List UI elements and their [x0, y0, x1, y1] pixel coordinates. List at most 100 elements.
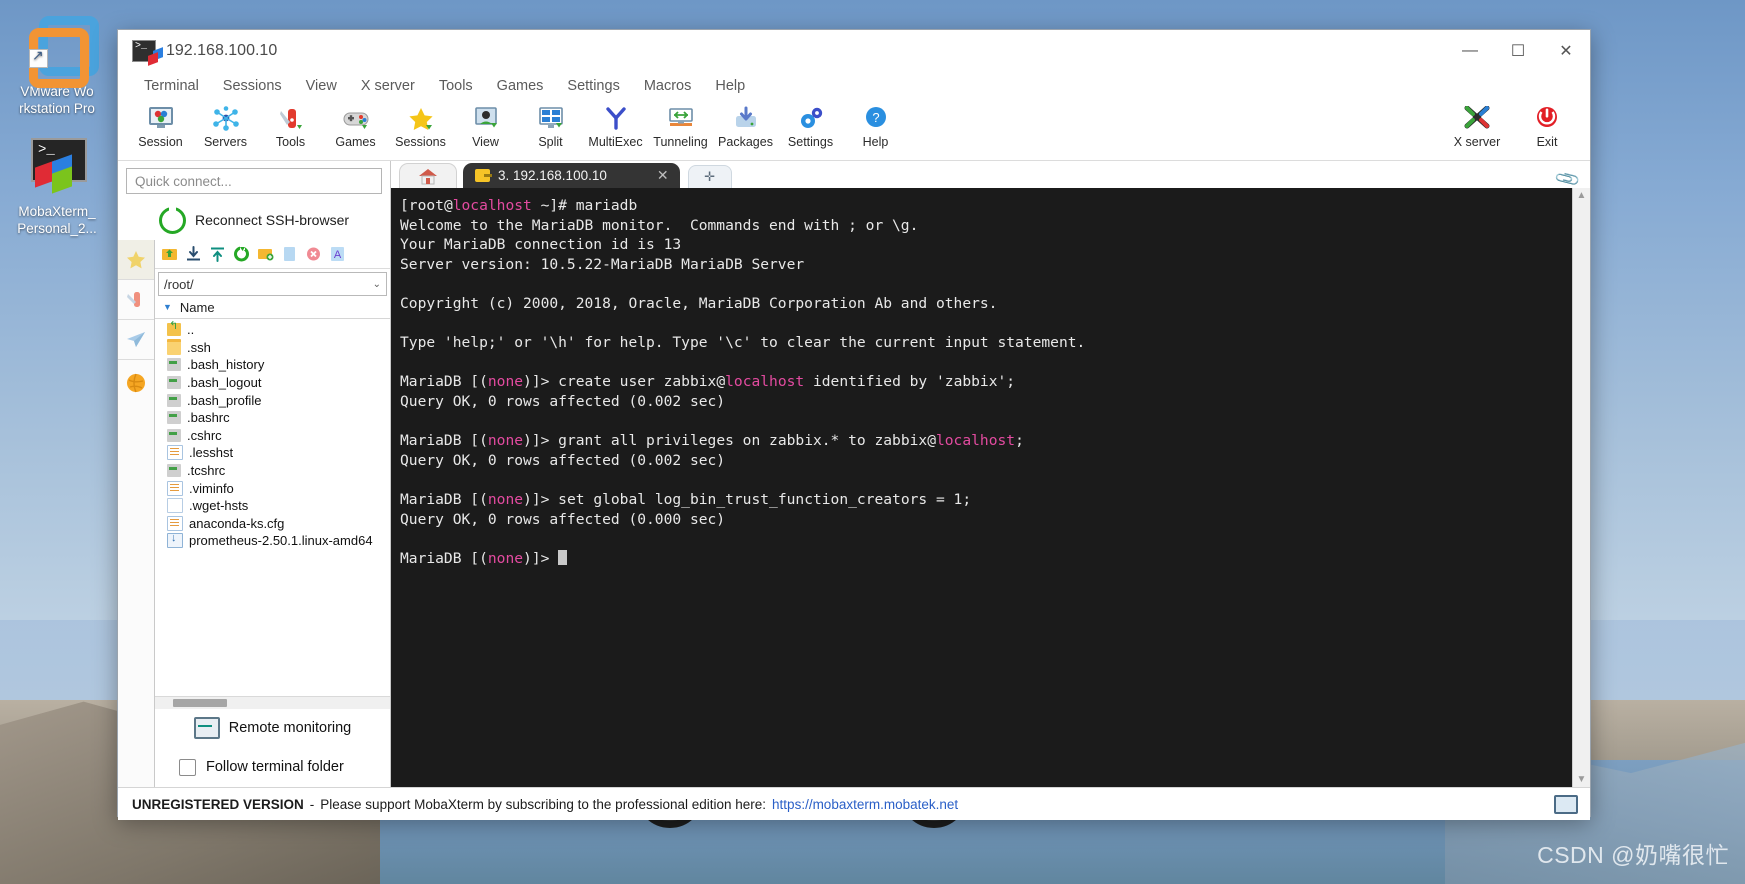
menu-view[interactable]: View: [294, 76, 349, 96]
terminal-text: )]> create user zabbix@: [523, 373, 726, 391]
file-list[interactable]: .. .ssh .bash_history .bash_logout .bash…: [155, 319, 390, 696]
list-item[interactable]: .tcshrc: [155, 462, 390, 480]
sftp-toolbar: A: [155, 240, 390, 269]
up-folder-icon[interactable]: [161, 246, 178, 262]
sidebar-item-bookmarks[interactable]: [118, 240, 154, 280]
new-tab-button[interactable]: ✛: [687, 165, 732, 188]
list-item[interactable]: prometheus-2.50.1.linux-amd64: [155, 532, 390, 550]
list-item[interactable]: .viminfo: [155, 479, 390, 497]
menu-macros[interactable]: Macros: [632, 76, 704, 96]
list-item[interactable]: .bash_history: [155, 356, 390, 374]
display-status-icon: [1554, 794, 1578, 814]
remote-monitoring-button[interactable]: Remote monitoring: [155, 709, 390, 747]
toolbar-help[interactable]: ? Help: [843, 102, 908, 149]
list-item[interactable]: .ssh: [155, 339, 390, 357]
refresh-icon[interactable]: [233, 246, 250, 262]
up-folder-icon: [167, 319, 181, 337]
list-item[interactable]: anaconda-ks.cfg: [155, 515, 390, 533]
toolbar-settings[interactable]: Settings: [778, 102, 843, 149]
close-button[interactable]: ✕: [1542, 30, 1590, 72]
list-item[interactable]: .bash_logout: [155, 374, 390, 392]
chevron-down-icon[interactable]: ⌄: [373, 279, 381, 290]
desktop-icon-vmware[interactable]: VMware Wo rkstation Pro: [2, 14, 112, 117]
toolbar-view[interactable]: View: [453, 102, 518, 149]
menu-x-server[interactable]: X server: [349, 76, 427, 96]
status-dash: -: [309, 796, 315, 812]
terminal-text: Query OK, 0 rows affected (0.002 sec): [400, 451, 726, 469]
sidebar-split: A /root/ ⌄ ▼ Name .. .ssh .bash_history: [118, 240, 390, 787]
list-item[interactable]: .cshrc: [155, 427, 390, 445]
quick-connect-input[interactable]: Quick connect...: [126, 168, 382, 194]
scroll-down-arrow-icon[interactable]: ▼: [1577, 774, 1587, 785]
multiexec-icon: [583, 104, 648, 134]
toolbar-multiexec[interactable]: MultiExec: [583, 102, 648, 149]
scroll-up-arrow-icon[interactable]: ▲: [1577, 190, 1587, 201]
toolbar-servers[interactable]: Servers: [193, 102, 258, 149]
toolbar-tunneling[interactable]: Tunneling: [648, 102, 713, 149]
tab-terminal[interactable]: 3. 192.168.100.10 ✕: [463, 163, 680, 188]
text-mode-icon[interactable]: A: [329, 246, 346, 262]
maximize-button[interactable]: ☐: [1494, 30, 1542, 72]
left-pane: Quick connect... ▲ Reconnect SSH-browser: [118, 161, 391, 787]
follow-terminal-folder-row[interactable]: Follow terminal folder: [155, 747, 390, 787]
toolbar-x-server[interactable]: X server: [1442, 102, 1512, 149]
follow-terminal-folder-checkbox[interactable]: [179, 758, 196, 776]
delete-icon[interactable]: [305, 246, 322, 262]
list-item[interactable]: .bash_profile: [155, 391, 390, 409]
list-item[interactable]: ..: [155, 319, 390, 339]
terminal-text: localhost: [935, 432, 1016, 450]
folder-icon: [167, 339, 181, 356]
tab-close-icon[interactable]: ✕: [657, 167, 669, 184]
upload-icon[interactable]: [209, 246, 226, 262]
terminal-text: )]>: [523, 549, 559, 567]
terminal-line: Query OK, 0 rows affected (0.002 sec): [400, 392, 1572, 412]
new-file-icon[interactable]: [281, 246, 298, 262]
toolbar-split[interactable]: Split: [518, 102, 583, 149]
toolbar-label: Tools: [275, 135, 306, 149]
terminal-line: Welcome to the MariaDB monitor. Commands…: [400, 216, 1572, 236]
scrollbar-thumb[interactable]: [173, 699, 227, 707]
toolbar-label: Help: [862, 135, 889, 149]
menu-help[interactable]: Help: [703, 76, 757, 96]
menu-settings[interactable]: Settings: [555, 76, 631, 96]
reconnect-label: Reconnect SSH-browser: [194, 212, 350, 228]
file-column-header[interactable]: ▼ Name: [155, 296, 390, 319]
text-file-icon: [167, 480, 183, 496]
toolbar-tools[interactable]: Tools: [258, 102, 323, 149]
toolbar-sessions[interactable]: Sessions: [388, 102, 453, 149]
reconnect-ssh-browser-button[interactable]: ▲ Reconnect SSH-browser: [118, 200, 390, 240]
terminal-line: MariaDB [(none)]> grant all privileges o…: [400, 431, 1572, 451]
list-item[interactable]: .bashrc: [155, 409, 390, 427]
toolbar-games[interactable]: Games: [323, 102, 388, 149]
sidebar-item-sftp[interactable]: [118, 320, 154, 360]
terminal-scrollbar[interactable]: ▲ ▼: [1572, 188, 1590, 787]
menu-terminal[interactable]: Terminal: [132, 76, 211, 96]
menu-sessions[interactable]: Sessions: [211, 76, 294, 96]
globe-icon: [127, 373, 145, 393]
desktop-icon-mobaxterm[interactable]: MobaXterm_ Personal_2...: [2, 134, 112, 237]
terminal-text: localhost: [452, 197, 532, 214]
sidebar-item-tools[interactable]: [118, 280, 154, 320]
download-icon[interactable]: [185, 246, 202, 262]
terminal-line: MariaDB [(none)]> create user zabbix@loc…: [400, 372, 1572, 392]
menu-games[interactable]: Games: [485, 76, 556, 96]
toolbar-exit[interactable]: Exit: [1512, 102, 1582, 149]
mobatek-link[interactable]: https://mobaxterm.mobatek.net: [772, 797, 958, 812]
minimize-button[interactable]: —: [1446, 30, 1494, 72]
file-name: .cshrc: [187, 427, 222, 443]
file-name: prometheus-2.50.1.linux-amd64: [189, 533, 373, 549]
list-item[interactable]: .wget-hsts: [155, 497, 390, 515]
toolbar-session[interactable]: Session: [128, 102, 193, 149]
path-input[interactable]: /root/ ⌄: [158, 272, 387, 296]
toolbar-packages[interactable]: Packages: [713, 102, 778, 149]
horizontal-scrollbar[interactable]: [155, 696, 390, 709]
terminal-output[interactable]: [root@localhost ~]# mariadb Welcome to th…: [391, 188, 1572, 787]
menu-tools[interactable]: Tools: [427, 76, 485, 96]
list-item[interactable]: .lesshst: [155, 444, 390, 462]
toolbar-label: View: [472, 135, 499, 149]
tab-home[interactable]: [399, 163, 457, 188]
new-folder-icon[interactable]: [257, 246, 274, 262]
sidebar-item-globe[interactable]: [118, 360, 154, 405]
view-icon: [453, 104, 518, 134]
